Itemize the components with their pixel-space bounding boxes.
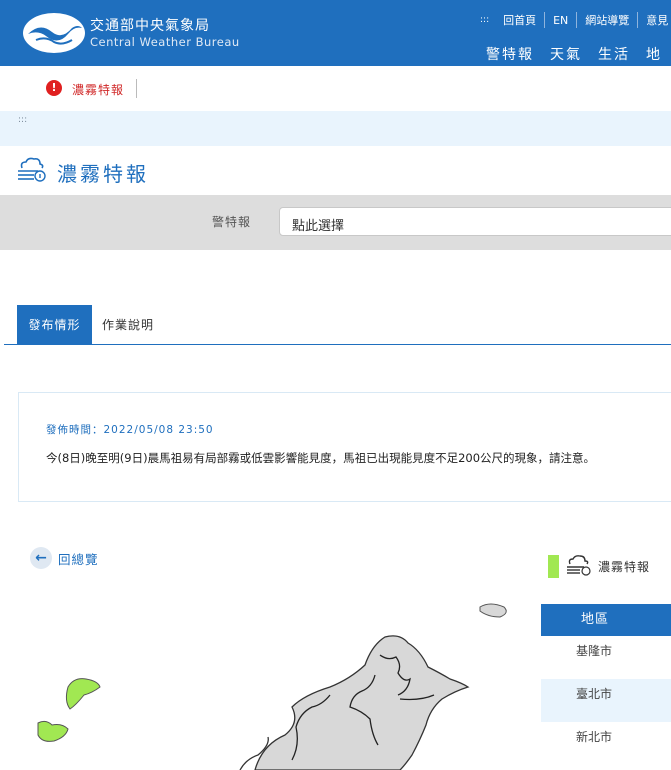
map-island-northeast <box>479 603 507 618</box>
select-label: 警特報 <box>212 215 252 229</box>
cwb-logo[interactable] <box>22 12 86 54</box>
alert-bar: ! 濃霧特報 <box>0 66 671 111</box>
fog-icon <box>18 157 46 182</box>
warning-select[interactable]: 點此選擇 <box>279 207 671 236</box>
nav-warnings[interactable]: 警特報 <box>486 44 534 64</box>
nav-life[interactable]: 生活 <box>598 44 630 64</box>
breadcrumb: ::: <box>0 111 671 146</box>
divider <box>544 12 546 28</box>
tab-status[interactable]: 發布情形 <box>17 305 92 345</box>
map-taiwan-north <box>254 635 470 770</box>
divider <box>576 12 578 28</box>
fog-icon <box>567 555 591 576</box>
legend-label: 濃霧特報 <box>598 560 651 574</box>
nav-weather[interactable]: 天氣 <box>550 44 582 64</box>
map-matsu-south <box>37 720 69 742</box>
warning-info-box: 發佈時間：2022/05/08 23:50 今(8日)晚至明(9日)晨馬祖易有局… <box>18 392 671 502</box>
arrow-left-icon: ← <box>30 547 52 569</box>
brand-name-en: Central Weather Bureau <box>90 35 240 49</box>
map-matsu-north <box>65 678 101 710</box>
brand-name-zh: 交通部中央氣象局 <box>90 18 210 34</box>
tab-bar: 發布情形 作業說明 <box>4 305 671 345</box>
accesskey-dots[interactable]: ::: <box>18 115 27 125</box>
feedback-link[interactable]: 意見 <box>646 12 668 28</box>
back-label: 回總覽 <box>58 551 99 567</box>
issue-time: 發佈時間：2022/05/08 23:50 <box>46 424 214 436</box>
nav-more[interactable]: 地 <box>646 44 662 64</box>
home-link[interactable]: 回首頁 <box>503 12 536 28</box>
back-to-overview-link[interactable]: ← 回總覽 <box>30 547 99 569</box>
table-row: 臺北市 <box>541 679 671 722</box>
tab-operation[interactable]: 作業說明 <box>102 305 154 345</box>
site-header: 交通部中央氣象局 Central Weather Bureau ::: 回首頁 … <box>0 0 671 66</box>
alert-link[interactable]: 濃霧特報 <box>72 81 124 98</box>
divider <box>136 79 137 98</box>
main-nav: 警特報 天氣 生活 地 <box>486 44 671 64</box>
accesskey-dots[interactable]: ::: <box>480 15 489 25</box>
warning-select-bar: 警特報 點此選擇 <box>0 195 671 250</box>
table-row: 新北市 <box>576 730 613 744</box>
sitemap-link[interactable]: 網站導覽 <box>585 12 629 28</box>
legend-swatch <box>548 555 559 578</box>
warning-map[interactable] <box>0 595 530 770</box>
divider <box>637 12 639 28</box>
english-link[interactable]: EN <box>553 14 568 27</box>
warning-description: 今(8日)晚至明(9日)晨馬祖易有局部霧或低雲影響能見度，馬祖已出現能見度不足2… <box>46 451 596 465</box>
region-table: 地區 基隆市 臺北市 新北市 <box>541 604 671 765</box>
region-table-header: 地區 <box>541 604 671 636</box>
table-row: 基隆市 <box>576 644 613 658</box>
top-links: ::: 回首頁 EN 網站導覽 意見 <box>480 12 668 28</box>
page-title: 濃霧特報 <box>57 162 149 186</box>
exclamation-icon: ! <box>46 80 62 96</box>
